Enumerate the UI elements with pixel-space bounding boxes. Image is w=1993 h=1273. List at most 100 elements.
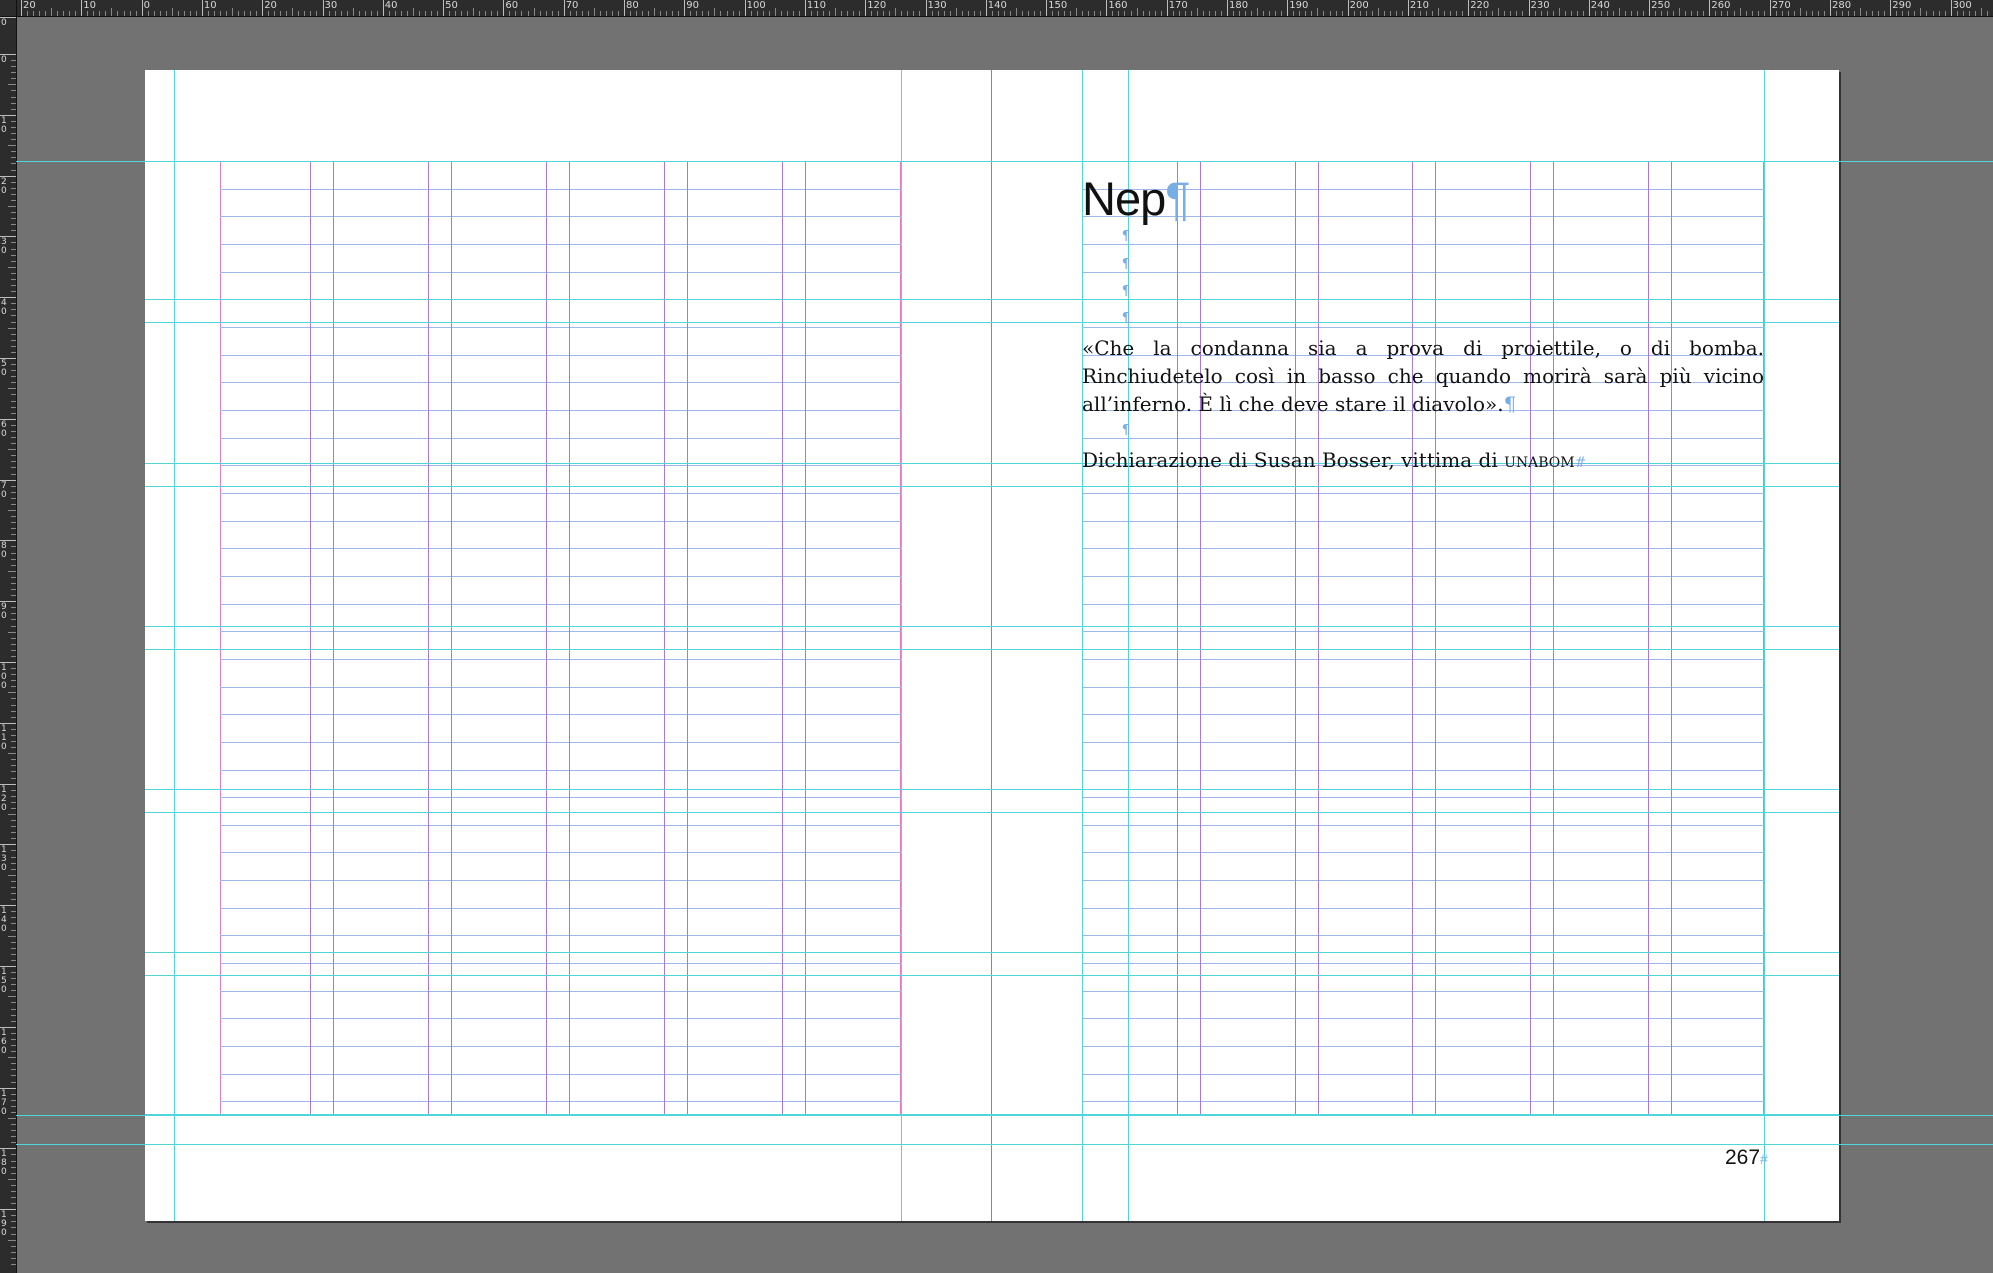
ruler-minor-tick — [99, 11, 101, 16]
ruler-minor-tick — [1902, 11, 1904, 16]
ruler-tick — [1287, 0, 1289, 16]
ruler-label: 30 — [324, 0, 338, 11]
ruler-minor-tick — [1878, 11, 1880, 16]
ruler-minor-tick — [1980, 8, 1982, 16]
ruler-minor-tick — [1142, 11, 1144, 16]
end-of-story-mark: # — [1574, 455, 1587, 471]
vertical-ruler[interactable]: 0 0 10 20 30 40 50 60 70 80 90 100 110 120 130 140 150 16… — [0, 16, 17, 1273]
ruler-minor-tick — [1872, 11, 1874, 16]
ruler-minor-tick — [1606, 11, 1608, 16]
ruler-minor-tick — [521, 11, 523, 16]
ruler-minor-tick — [1444, 11, 1446, 16]
ruler-guide[interactable] — [145, 789, 1839, 790]
ruler-guide[interactable] — [901, 70, 902, 1221]
epigraph-quote[interactable]: «Che la condanna sia a prova di proietti… — [1082, 334, 1764, 418]
ruler-label: 0 — [143, 0, 150, 11]
empty-paragraph-mark: ¶ — [1122, 311, 1131, 326]
ruler-minor-tick — [666, 11, 668, 16]
ruler-minor-tick — [63, 11, 65, 16]
ruler-guide[interactable] — [145, 975, 1839, 976]
ruler-minor-tick — [1558, 8, 1560, 16]
ruler-guide[interactable] — [145, 626, 1839, 627]
baseline-grid-line — [220, 1018, 901, 1019]
ruler-guide[interactable] — [1764, 70, 1765, 1221]
ruler-guide[interactable] — [145, 322, 1839, 323]
ruler-corner[interactable] — [0, 0, 17, 17]
baseline-grid-line — [220, 272, 901, 273]
ruler-guide[interactable] — [1082, 70, 1083, 1221]
pilcrow-mark: ¶ — [1503, 392, 1517, 416]
ruler-tick — [1528, 0, 1530, 16]
ruler-guide[interactable] — [145, 299, 1839, 300]
ruler-minor-tick — [123, 11, 125, 16]
ruler-label: 130 — [1, 845, 7, 874]
ruler-label: 20 — [23, 0, 36, 11]
ruler-guide[interactable] — [145, 486, 1839, 487]
ruler-minor-tick — [1208, 11, 1210, 16]
ruler-minor-tick — [394, 11, 396, 16]
horizontal-ruler[interactable]: 20 10 0 10 20 30 40 50 60 70 80 90 100 110 120 130 140 15… — [0, 0, 1993, 17]
ruler-minor-tick — [1275, 11, 1277, 16]
ruler-guide[interactable] — [16, 1115, 1993, 1116]
ruler-guide[interactable] — [145, 1114, 1839, 1115]
ruler-minor-tick — [8, 874, 16, 876]
ruler-label: 290 — [1892, 0, 1912, 11]
ruler-tick — [684, 0, 686, 16]
ruler-minor-tick — [1015, 8, 1017, 16]
ruler-label: 90 — [1, 602, 7, 622]
ruler-minor-tick — [1655, 11, 1657, 16]
ruler-minor-tick — [8, 84, 16, 86]
ruler-minor-tick — [1739, 8, 1741, 16]
ruler-minor-tick — [1299, 11, 1301, 16]
ruler-minor-tick — [232, 8, 234, 16]
ruler-minor-tick — [1612, 11, 1614, 16]
ruler-minor-tick — [1582, 11, 1584, 16]
ruler-guide[interactable] — [174, 70, 175, 1221]
chapter-title[interactable]: Nep¶ — [1082, 173, 1190, 225]
ruler-guide[interactable] — [145, 649, 1839, 650]
baseline-grid-line — [1082, 604, 1764, 605]
ruler-guide[interactable] — [16, 161, 1993, 162]
epigraph-attribution[interactable]: Dichiarazione di Susan Bosser, vittima d… — [1082, 446, 1764, 477]
ruler-minor-tick — [587, 11, 589, 16]
ruler-minor-tick — [642, 11, 644, 16]
ruler-minor-tick — [1811, 11, 1813, 16]
baseline-grid-line — [220, 1046, 901, 1047]
ruler-minor-tick — [533, 8, 535, 16]
ruler-minor-tick — [8, 570, 16, 572]
ruler-minor-tick — [1661, 11, 1663, 16]
ruler-guide[interactable] — [145, 812, 1839, 813]
ruler-guide[interactable] — [16, 1144, 1993, 1145]
ruler-minor-tick — [1160, 11, 1162, 16]
ruler-tick — [1106, 0, 1108, 16]
ruler-minor-tick — [1172, 11, 1174, 16]
ruler-minor-tick — [412, 8, 414, 16]
ruler-minor-tick — [1178, 11, 1180, 16]
ruler-minor-tick — [913, 11, 915, 16]
page-number[interactable]: 267# — [1725, 1146, 1768, 1171]
ruler-minor-tick — [431, 11, 433, 16]
document-canvas[interactable]: Nep¶ ¶ ¶ ¶ ¶ «Che la condanna sia a prov… — [16, 17, 1993, 1273]
ruler-minor-tick — [702, 11, 704, 16]
margin-guide — [1082, 161, 1764, 1115]
baseline-grid-line — [220, 1101, 901, 1102]
ruler-minor-tick — [768, 11, 770, 16]
ruler-minor-tick — [557, 11, 559, 16]
ruler-minor-tick — [835, 8, 837, 16]
ruler-guide[interactable] — [145, 952, 1839, 953]
ruler-minor-tick — [479, 11, 481, 16]
ruler-label: 220 — [1470, 0, 1490, 11]
ruler-minor-tick — [1516, 11, 1518, 16]
ruler-minor-tick — [33, 11, 35, 16]
ruler-tick — [1468, 0, 1470, 16]
ruler-minor-tick — [292, 8, 294, 16]
ruler-minor-tick — [250, 11, 252, 16]
ruler-minor-tick — [1715, 11, 1717, 16]
ruler-minor-tick — [1124, 11, 1126, 16]
ruler-tick — [1950, 0, 1952, 16]
ruler-tick — [21, 0, 22, 16]
ruler-minor-tick — [931, 11, 933, 16]
ruler-minor-tick — [1040, 11, 1042, 16]
empty-paragraph-mark: ¶ — [1122, 257, 1131, 272]
baseline-grid-line — [220, 576, 901, 577]
